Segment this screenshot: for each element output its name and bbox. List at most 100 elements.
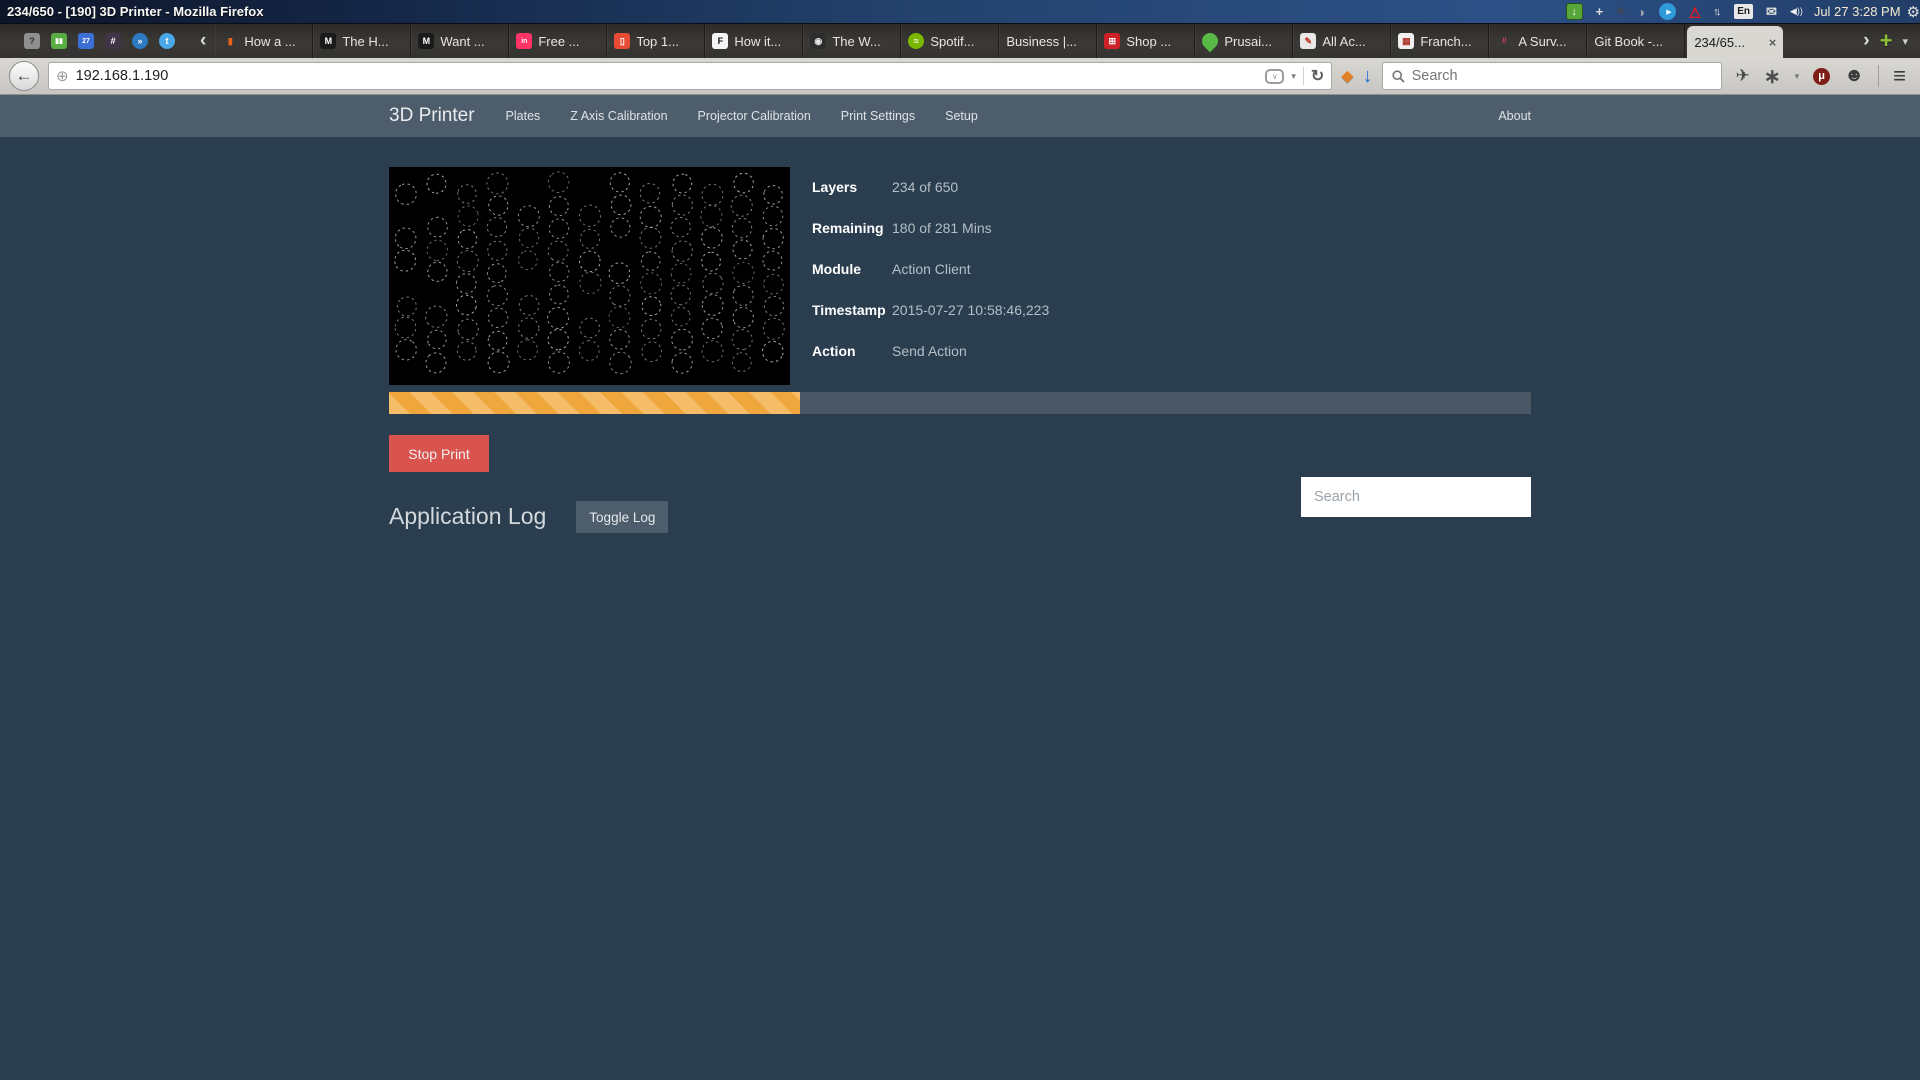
browser-tab[interactable]: MWant ... [411, 24, 509, 58]
desktop-top-panel: 234/650 - [190] 3D Printer - Mozilla Fir… [0, 0, 1920, 24]
site-globe-icon: ⊕ [56, 67, 69, 85]
nav-link-z-axis-calibration[interactable]: Z Axis Calibration [555, 109, 682, 123]
twitter-favicon[interactable]: t [159, 33, 175, 49]
calendar-favicon[interactable]: 27 [78, 33, 94, 49]
send-tab-icon[interactable]: ✈ [1736, 66, 1750, 86]
browser-tab[interactable]: Business |... [999, 24, 1097, 58]
ublock-icon[interactable]: μ [1813, 68, 1830, 85]
browser-tab[interactable]: Git Book -... [1587, 24, 1685, 58]
telegram-icon[interactable]: ▶ [1659, 3, 1676, 20]
chat-favicon[interactable]: ? [24, 33, 40, 49]
medium-favicon: M [320, 33, 336, 49]
tab-label: Git Book -... [1594, 34, 1677, 49]
site-brand[interactable]: 3D Printer [389, 105, 475, 127]
tab-label: Free ... [538, 34, 599, 49]
invision-favicon: in [516, 33, 532, 49]
spotify-favicon: ≈ [908, 33, 924, 49]
browser-tab[interactable]: ✎All Ac... [1293, 24, 1391, 58]
search-icon [1392, 70, 1405, 83]
smiley-extension-icon[interactable]: ☻ [1844, 65, 1864, 87]
cart-favicon: ⊞ [1104, 33, 1120, 49]
satellite-icon[interactable]: ◗ [1638, 3, 1646, 20]
tab-label: How a ... [244, 34, 305, 49]
browser-tab[interactable]: MThe H... [313, 24, 411, 58]
downloads-icon[interactable]: ↓ [1363, 66, 1373, 86]
orange-bar-favicon: ▮ [222, 33, 238, 49]
print-status-panel: Layers 234 of 650 Remaining 180 of 281 M… [812, 167, 1049, 385]
tab-scroll-right[interactable]: › [1863, 30, 1869, 52]
nav-link-about[interactable]: About [1498, 109, 1531, 123]
browser-search-input[interactable] [1412, 68, 1712, 84]
network-arrows-icon[interactable]: ↑↓ [1713, 3, 1721, 20]
software-updater-icon[interactable]: ↓ [1566, 3, 1583, 20]
browser-tab-active[interactable]: 234/65... × [1687, 26, 1783, 58]
medium-favicon: M [418, 33, 434, 49]
tab-scroll-left[interactable]: ‹ [191, 24, 215, 58]
reload-icon[interactable]: ↻ [1311, 66, 1324, 86]
window-title: 234/650 - [190] 3D Printer - Mozilla Fir… [7, 4, 263, 19]
nav-link-setup[interactable]: Setup [930, 109, 993, 123]
browser-tab[interactable]: //A Surv... [1489, 24, 1587, 58]
tab-label: Shop ... [1126, 34, 1187, 49]
tabs: ▮ How a ... MThe H...MWant ... in Free ... ▯ T… [215, 24, 1784, 58]
url-text[interactable]: 192.168.1.190 [76, 68, 1259, 84]
status-label: Action [812, 341, 892, 361]
url-bar[interactable]: ⊕ 192.168.1.190 ∨ ▾ ↻ [48, 62, 1332, 90]
browser-tab[interactable]: Prusai... [1195, 24, 1293, 58]
status-row-timestamp: Timestamp 2015-07-27 10:58:46,223 [812, 300, 1049, 320]
status-label: Remaining [812, 218, 892, 238]
browser-tab[interactable]: ▮ How a ... [215, 24, 313, 58]
url-divider [1303, 67, 1304, 85]
hash-favicon[interactable]: # [105, 33, 121, 49]
sync-icon[interactable]: × [1616, 3, 1625, 20]
tab-label: Prusai... [1224, 34, 1285, 49]
toolbar-icons: ✈ ∗ ▾ μ ☻ ≡ [1731, 63, 1911, 89]
browser-search-bar[interactable] [1382, 62, 1722, 90]
volume-icon[interactable]: ◀)) [1790, 3, 1803, 20]
log-search-input[interactable] [1301, 477, 1531, 517]
time-tracker-icon[interactable]: + [1596, 3, 1604, 20]
tab-controls: › + ▾ [1851, 24, 1920, 58]
feed-favicon[interactable]: » [132, 33, 148, 49]
pocket-icon[interactable]: ∨ [1265, 69, 1284, 84]
nav-link-plates[interactable]: Plates [491, 109, 556, 123]
tab-list-caret-icon[interactable]: ▾ [1902, 35, 1908, 48]
toggle-log-button[interactable]: Toggle Log [576, 501, 668, 533]
browser-tab[interactable]: in Free ... [509, 24, 607, 58]
browser-tab[interactable]: ▯ Top 1... [607, 24, 705, 58]
browser-tab[interactable]: FHow it... [705, 24, 803, 58]
status-label: Module [812, 259, 892, 279]
url-dropdown-caret-icon[interactable]: ▾ [1291, 71, 1296, 82]
back-button[interactable]: ← [9, 61, 39, 91]
status-row-module: Module Action Client [812, 259, 1049, 279]
nav-link-projector-calibration[interactable]: Projector Calibration [683, 109, 826, 123]
stop-print-button[interactable]: Stop Print [389, 435, 489, 472]
browser-tab[interactable]: ≈Spotif... [901, 24, 999, 58]
new-tab-button[interactable]: + [1880, 30, 1893, 52]
browser-tab[interactable]: ▦Franch... [1391, 24, 1489, 58]
tab-label: Business |... [1006, 34, 1089, 49]
script-f-favicon: F [712, 33, 728, 49]
toolbar-separator [1878, 65, 1879, 87]
tab-close-icon[interactable]: × [1769, 35, 1777, 50]
phone-favicon: ▯ [614, 33, 630, 49]
trello-favicon[interactable]: ▮▮ [51, 33, 67, 49]
status-label: Timestamp [812, 300, 892, 320]
robot-favicon: ◉ [810, 33, 826, 49]
print-progress-bar [389, 392, 1531, 414]
browser-tab[interactable]: ◉The W... [803, 24, 901, 58]
extension-fly-icon[interactable]: ∗ [1764, 64, 1781, 89]
hamburger-menu-icon[interactable]: ≡ [1893, 63, 1906, 89]
clock[interactable]: Jul 27 3:28 PM [1814, 4, 1901, 19]
tab-label: Top 1... [636, 34, 697, 49]
extension-caret-icon[interactable]: ▾ [1795, 71, 1800, 82]
status-row-remaining: Remaining 180 of 281 Mins [812, 218, 1049, 238]
keyboard-layout-indicator[interactable]: En [1734, 4, 1753, 19]
warning-icon[interactable]: △ [1689, 3, 1700, 20]
browser-tab[interactable]: ⊞ Shop ... [1097, 24, 1195, 58]
session-gear-icon[interactable]: ⚙ [1907, 3, 1920, 21]
nav-link-print-settings[interactable]: Print Settings [826, 109, 930, 123]
tab-label: 234/65... [1694, 35, 1763, 50]
mail-icon[interactable]: ✉ [1766, 3, 1777, 20]
fox-extension-icon[interactable]: ◆ [1341, 66, 1353, 86]
